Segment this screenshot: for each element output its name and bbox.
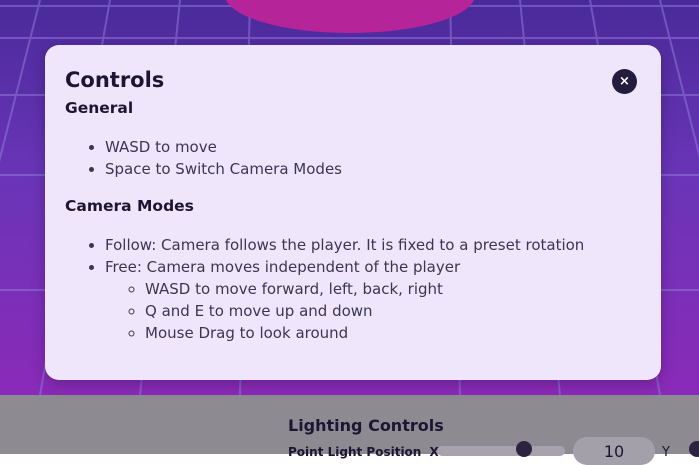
light-x-slider-track[interactable] <box>437 446 565 456</box>
list-item-text: Free: Camera moves independent of the pl… <box>105 258 461 276</box>
free-mode-sublist: WASD to move forward, left, back, right … <box>105 278 584 344</box>
axis-y-label: Y <box>662 445 670 460</box>
controls-modal: Controls × General WASD to move Space to… <box>45 45 661 380</box>
close-button[interactable]: × <box>612 69 637 94</box>
light-x-value-input[interactable] <box>573 437 655 465</box>
general-list: WASD to move Space to Switch Camera Mode… <box>65 136 342 180</box>
player-object <box>226 0 474 33</box>
sublist-item: Mouse Drag to look around <box>145 322 584 344</box>
light-y-slider-thumb[interactable] <box>689 441 699 457</box>
list-item-free: Free: Camera moves independent of the pl… <box>105 256 584 344</box>
sublist-item: WASD to move forward, left, back, right <box>145 278 584 300</box>
close-icon: × <box>619 74 630 89</box>
general-heading: General <box>65 99 134 117</box>
point-light-position-label: Point Light Position X <box>288 445 439 459</box>
list-item: Follow: Camera follows the player. It is… <box>105 234 584 256</box>
list-item: Space to Switch Camera Modes <box>105 158 342 180</box>
point-light-label-text: Point Light Position <box>288 445 422 459</box>
modal-title: Controls <box>65 68 165 92</box>
light-x-slider-thumb[interactable] <box>516 441 532 457</box>
lighting-controls-title: Lighting Controls <box>288 416 444 435</box>
list-item: WASD to move <box>105 136 342 158</box>
camera-modes-heading: Camera Modes <box>65 197 194 215</box>
sublist-item: Q and E to move up and down <box>145 300 584 322</box>
camera-modes-list: Follow: Camera follows the player. It is… <box>65 234 584 344</box>
